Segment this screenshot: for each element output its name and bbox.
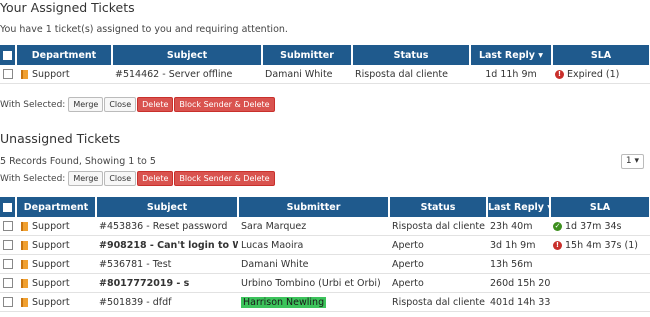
sla-cell	[550, 292, 650, 312]
check-icon: ✓	[553, 221, 562, 231]
flag-icon	[21, 69, 28, 79]
unassigned-tickets-table: Department Subject Submitter Status Last…	[0, 197, 650, 312]
subject-link[interactable]: #8017772019 - s	[96, 273, 238, 293]
column-header-status[interactable]: Status	[352, 45, 471, 65]
alert-icon: !	[553, 240, 562, 250]
column-header-subject[interactable]: Subject	[112, 45, 263, 65]
merge-button[interactable]: Merge	[68, 171, 104, 186]
last-reply-cell: 3d 1h 9m	[487, 235, 550, 255]
table-row[interactable]: Support #536781 - Test Damani White Aper…	[0, 254, 650, 274]
select-all-checkbox[interactable]	[0, 197, 17, 217]
row-checkbox[interactable]	[0, 65, 16, 84]
submitter-cell: Damani White	[238, 254, 389, 274]
department-cell: Support	[16, 292, 96, 312]
table-row[interactable]: Support #501839 - dfdf Harrison Newling …	[0, 292, 650, 312]
status-cell: Risposta dal cliente	[389, 217, 487, 236]
sla-cell: ! Expired (1)	[552, 65, 650, 84]
column-header-status[interactable]: Status	[389, 197, 488, 217]
subject-link[interactable]: #536781 - Test	[96, 254, 238, 274]
row-checkbox[interactable]	[0, 292, 16, 312]
last-reply-cell: 1d 11h 9m	[470, 65, 552, 84]
department-cell: Support	[16, 235, 96, 255]
column-header-department[interactable]: Department	[16, 45, 113, 65]
status-cell: Aperto	[389, 273, 487, 293]
flag-icon	[21, 278, 28, 288]
select-all-checkbox[interactable]	[0, 45, 17, 65]
submitter-cell: Lucas Maoira	[238, 235, 389, 255]
assigned-heading: Your Assigned Tickets	[0, 0, 135, 15]
table-header-row: Department Subject Submitter Status Last…	[0, 45, 650, 65]
column-header-last-reply[interactable]: Last Reply ▾	[470, 45, 553, 65]
flag-icon	[21, 240, 28, 250]
column-header-department[interactable]: Department	[16, 197, 97, 217]
department-cell: Support	[16, 65, 112, 84]
department-cell: Support	[16, 254, 96, 274]
with-selected-label: With Selected:	[0, 173, 66, 184]
block-sender-delete-button[interactable]: Block Sender & Delete	[174, 171, 275, 186]
row-checkbox[interactable]	[0, 217, 16, 236]
assigned-tickets-table: Department Subject Submitter Status Last…	[0, 45, 650, 84]
row-checkbox[interactable]	[0, 235, 16, 255]
sla-cell: ! 15h 4m 37s (1)	[550, 235, 650, 255]
close-button[interactable]: Close	[104, 97, 137, 112]
submitter-cell: Urbino Tombino (Urbi et Orbi)	[238, 273, 389, 293]
subject-link[interactable]: #453836 - Reset password	[96, 217, 238, 236]
table-row[interactable]: Support #8017772019 - s Urbino Tombino (…	[0, 273, 650, 293]
status-cell: Aperto	[389, 235, 487, 255]
flag-icon	[21, 221, 28, 231]
submitter-cell: Sara Marquez	[238, 217, 389, 236]
sla-cell: ✓ 1d 37m 34s	[550, 217, 650, 236]
table-header-row: Department Subject Submitter Status Last…	[0, 197, 650, 217]
subject-link[interactable]: #514462 - Server offline	[112, 65, 262, 84]
subject-link[interactable]: #908218 - Can't login to WP	[96, 235, 238, 255]
with-selected-label: With Selected:	[0, 99, 66, 110]
table-row[interactable]: Support #908218 - Can't login to WP Luca…	[0, 235, 650, 255]
table-row[interactable]: Support #453836 - Reset password Sara Ma…	[0, 217, 650, 236]
row-checkbox[interactable]	[0, 254, 16, 274]
status-cell: Risposta dal cliente	[352, 65, 470, 84]
delete-button[interactable]: Delete	[137, 171, 174, 186]
department-cell: Support	[16, 217, 96, 236]
alert-icon: !	[555, 69, 564, 79]
assigned-note: You have 1 ticket(s) assigned to you and…	[0, 24, 288, 35]
column-header-submitter[interactable]: Submitter	[238, 197, 390, 217]
column-header-last-reply[interactable]: Last Reply ▾	[487, 197, 551, 217]
submitter-cell: Damani White	[262, 65, 352, 84]
unassigned-bulk-toolbar: With Selected: Merge Close Delete Block …	[0, 171, 276, 186]
last-reply-cell: 13h 56m	[487, 254, 550, 274]
flag-icon	[21, 297, 28, 307]
row-checkbox[interactable]	[0, 273, 16, 293]
column-header-sla[interactable]: SLA	[550, 197, 650, 217]
status-cell: Aperto	[389, 254, 487, 274]
page-select[interactable]: 1 ▾	[620, 154, 644, 169]
last-reply-cell: 260d 15h 20m	[487, 273, 550, 293]
assigned-bulk-toolbar: With Selected: Merge Close Delete Block …	[0, 97, 276, 112]
table-row[interactable]: Support #514462 - Server offline Damani …	[0, 65, 650, 84]
column-header-subject[interactable]: Subject	[96, 197, 239, 217]
department-cell: Support	[16, 273, 96, 293]
close-button[interactable]: Close	[104, 171, 137, 186]
submitter-cell: Harrison Newling	[238, 292, 389, 312]
column-header-sla[interactable]: SLA	[552, 45, 650, 65]
merge-button[interactable]: Merge	[68, 97, 104, 112]
sla-cell	[550, 273, 650, 293]
block-sender-delete-button[interactable]: Block Sender & Delete	[174, 97, 275, 112]
delete-button[interactable]: Delete	[137, 97, 174, 112]
subject-link[interactable]: #501839 - dfdf	[96, 292, 238, 312]
last-reply-cell: 23h 40m	[487, 217, 550, 236]
flag-icon	[21, 259, 28, 269]
last-reply-cell: 401d 14h 33m	[487, 292, 550, 312]
status-cell: Risposta dal cliente	[389, 292, 487, 312]
column-header-submitter[interactable]: Submitter	[262, 45, 353, 65]
sla-cell	[550, 254, 650, 274]
highlighted-submitter: Harrison Newling	[241, 296, 327, 308]
records-count: 5 Records Found, Showing 1 to 5	[0, 156, 156, 167]
unassigned-heading: Unassigned Tickets	[0, 131, 121, 146]
